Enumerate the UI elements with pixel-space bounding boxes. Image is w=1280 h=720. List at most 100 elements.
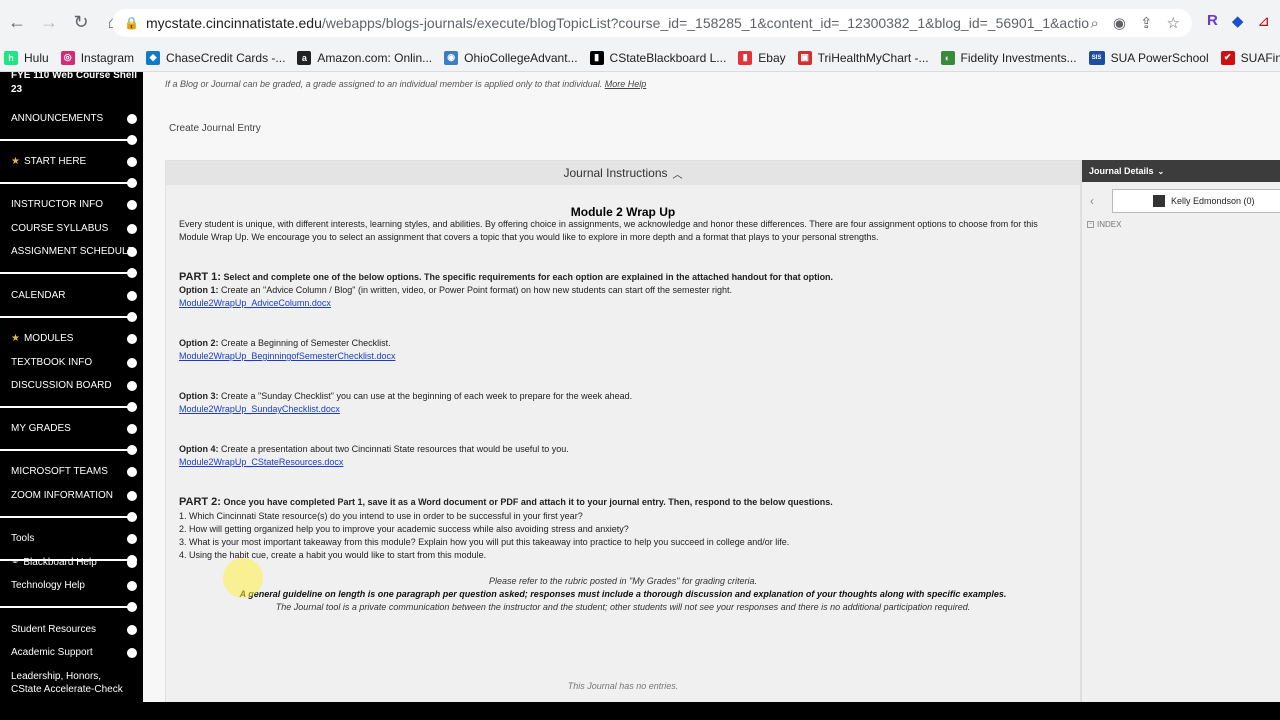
sidebar-item[interactable]: MICROSOFT TEAMS (11, 466, 108, 477)
forward-icon[interactable]: → (34, 7, 64, 37)
part2-label: PART 2: (179, 496, 221, 508)
panel-title: Journal Instructions (563, 166, 668, 180)
journal-details-title: Journal Details (1089, 166, 1154, 176)
sidebar-item-dot-icon[interactable] (127, 491, 137, 501)
sidebar-item[interactable]: Leadership, Honors, (11, 671, 101, 682)
extension-icon[interactable]: ◆ (1232, 12, 1244, 30)
pdf-icon[interactable]: ⊿ (1257, 12, 1270, 30)
rubric-note: Please refer to the rubric posted in "My… (488, 576, 757, 586)
sidebar-item[interactable]: CState Accelerate-Check (11, 684, 123, 695)
sidebar-item[interactable]: INSTRUCTOR INFO (11, 199, 103, 210)
bookmark-item[interactable]: ◉ OhioCollegeAdvant... (440, 50, 585, 65)
sidebar-item[interactable]: ZOOM INFORMATION (11, 490, 113, 501)
reload-icon[interactable]: ↻ (66, 7, 96, 37)
sidebar-item[interactable]: DISCUSSION BOARD (11, 380, 112, 391)
sidebar-item[interactable]: TEXTBOOK INFO (11, 357, 92, 368)
part2-text: Once you have completed Part 1, save it … (223, 497, 833, 507)
extension-icon[interactable]: R (1207, 12, 1218, 30)
sidebar-item-dot-icon[interactable] (127, 381, 137, 391)
eye-icon[interactable]: ◉ (1113, 14, 1126, 32)
sidebar-item-dot-icon[interactable] (127, 534, 137, 544)
sidebar-divider-dot-icon[interactable] (127, 445, 137, 455)
sidebar-item-dot-icon[interactable] (127, 424, 137, 434)
sidebar-divider (0, 182, 137, 184)
zoom-icon[interactable]: ⌕ (1090, 15, 1098, 32)
bookmark-item[interactable]: SIS SUA PowerSchool (1085, 50, 1217, 65)
sidebar-item-dot-icon[interactable] (127, 358, 137, 368)
sidebar-item[interactable]: ANNOUNCEMENTS (11, 113, 103, 124)
bookmark-item[interactable]: ▮ Ebay (734, 50, 793, 65)
bookmark-item[interactable]: ◐ Fidelity Investments... (937, 50, 1085, 65)
cursor-highlight (223, 558, 263, 598)
bookmark-favicon-icon: ✔ (1220, 50, 1235, 65)
sidebar-item-dot-icon[interactable] (127, 581, 137, 591)
sidebar-item-dot-icon[interactable] (127, 648, 137, 658)
bookmark-label: Instagram (80, 50, 135, 65)
sidebar-item-dot-icon[interactable] (127, 247, 137, 257)
option-file-link[interactable]: Module2WrapUp_CStateResources.docx (179, 457, 343, 467)
sidebar-item[interactable]: ASSIGNMENT SCHEDULE (11, 246, 134, 257)
option-file-link[interactable]: Module2WrapUp_BeginningofSemesterCheckli… (179, 351, 395, 361)
bookmark-item[interactable]: ◆ ChaseCredit Cards -... (142, 50, 293, 65)
sidebar-item[interactable]: COURSE SYLLABUS (11, 223, 108, 234)
sidebar-item-label: DISCUSSION BOARD (11, 380, 112, 391)
question-item: 1. Which Cincinnati State resource(s) do… (179, 511, 583, 521)
bookmark-item[interactable]: ◎ Instagram (57, 50, 142, 65)
sidebar-item-dot-icon[interactable] (127, 467, 137, 477)
sidebar-item[interactable]: MY GRADES (11, 423, 71, 434)
part2-heading: PART 2: Once you have completed Part 1, … (179, 496, 1069, 509)
star-icon[interactable]: ☆ (1167, 14, 1180, 32)
sidebar-item-dot-icon[interactable] (127, 157, 137, 167)
course-title-line: 23 (11, 84, 23, 95)
sidebar-divider (0, 606, 137, 608)
sidebar-item[interactable]: Academic Support (11, 647, 93, 658)
sidebar-item-dot-icon[interactable] (127, 114, 137, 124)
bookmark-item[interactable]: ✔ SUAFinalForms: ke (1217, 50, 1280, 65)
sidebar-item[interactable]: Tools (11, 533, 34, 544)
sidebar-item-label: INSTRUCTOR INFO (11, 199, 104, 210)
sidebar-item-dot-icon[interactable] (127, 200, 137, 210)
sidebar-item-dot-icon[interactable] (127, 625, 137, 635)
sidebar-item-dot-icon[interactable] (127, 224, 137, 234)
sidebar-divider-dot-icon[interactable] (127, 178, 137, 188)
share-icon[interactable]: ⇪ (1140, 14, 1153, 32)
panel-header[interactable]: Journal Instructions ︿ (166, 161, 1080, 185)
sidebar-divider-dot-icon[interactable] (127, 268, 137, 278)
main-content: If a Blog or Journal can be graded, a gr… (143, 72, 1280, 702)
sidebar-item-dot-icon[interactable] (127, 291, 137, 301)
sidebar-divider-dot-icon[interactable] (127, 512, 137, 522)
bookmark-item[interactable]: ▮ CStateBlackboard L... (586, 50, 735, 65)
option-file-link[interactable]: Module2WrapUp_AdviceColumn.docx (179, 298, 331, 308)
bookmark-label: OhioCollegeAdvant... (464, 50, 578, 65)
sidebar-item-dot-icon[interactable] (127, 334, 137, 344)
chevron-left-icon[interactable]: ‹ (1090, 194, 1112, 208)
sidebar-divider-dot-icon[interactable] (127, 602, 137, 612)
sidebar-divider-dot-icon[interactable] (127, 312, 137, 322)
bookmark-item[interactable]: ▣ TriHealthMyChart -... (794, 50, 937, 65)
sidebar-divider-dot-icon[interactable] (127, 402, 137, 412)
guideline-note: A general guideline on length is one par… (239, 589, 1007, 599)
user-dropdown[interactable]: Kelly Edmondson (0) (1112, 189, 1280, 213)
sidebar-item-label: START HERE (23, 156, 87, 167)
bookmark-item[interactable]: h Hulu (0, 50, 57, 65)
journal-details-header[interactable]: Journal Details ⌄ (1082, 160, 1280, 182)
sidebar-divider-dot-icon[interactable] (127, 135, 137, 145)
address-bar[interactable]: 🔒 mycstate.cincinnatistate.edu/webapps/b… (112, 9, 1192, 37)
sidebar-divider-dot-icon[interactable] (127, 555, 137, 565)
bookmark-item[interactable]: a Amazon.com: Onlin... (293, 50, 440, 65)
option-file-link[interactable]: Module2WrapUp_SundayChecklist.docx (179, 404, 340, 414)
sidebar-item[interactable]: Technology Help (11, 580, 85, 591)
back-icon[interactable]: ← (2, 7, 32, 37)
sidebar-item[interactable]: ★ MODULES (11, 333, 73, 344)
bookmark-favicon-icon: ◉ (444, 50, 459, 65)
sidebar-item[interactable]: ★ START HERE (11, 156, 86, 167)
sidebar-item-label: ASSIGNMENT SCHEDULE (11, 246, 135, 257)
sidebar-item[interactable]: Student Resources (11, 624, 96, 635)
create-journal-entry-button[interactable]: Create Journal Entry (169, 123, 261, 134)
no-entries-message: This Journal has no entries. (567, 681, 679, 691)
index-toggle[interactable]: − INDEX (1087, 220, 1121, 229)
option-text: Create a "Sunday Checklist" you can use … (221, 391, 633, 401)
more-help-link[interactable]: More Help (605, 79, 647, 89)
sidebar-item[interactable]: CALENDAR (11, 290, 65, 301)
sidebar-item-label: COURSE SYLLABUS (11, 223, 109, 234)
